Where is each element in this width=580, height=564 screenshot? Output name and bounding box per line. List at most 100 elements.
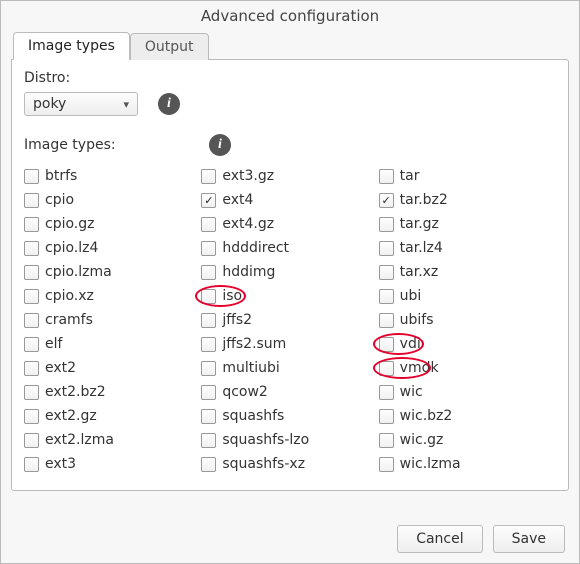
checkbox-cpio-lz4[interactable] — [24, 241, 39, 256]
checkbox-row-ext3-gz: ext3.gz — [201, 164, 378, 188]
checkbox-ext4[interactable] — [201, 193, 216, 208]
info-icon[interactable]: i — [209, 134, 231, 156]
checkbox-label[interactable]: wic — [400, 384, 423, 400]
checkbox-vdi[interactable] — [379, 337, 394, 352]
checkbox-label[interactable]: jffs2.sum — [222, 336, 286, 352]
tab-bar: Image types Output — [13, 29, 569, 59]
checkbox-label[interactable]: hdddirect — [222, 240, 289, 256]
checkbox-wic[interactable] — [379, 385, 394, 400]
checkbox-ext2-gz[interactable] — [24, 409, 39, 424]
checkbox-cpio-lzma[interactable] — [24, 265, 39, 280]
checkbox-squashfs[interactable] — [201, 409, 216, 424]
checkbox-btrfs[interactable] — [24, 169, 39, 184]
checkbox-label[interactable]: tar.xz — [400, 264, 439, 280]
checkbox-label[interactable]: wic.bz2 — [400, 408, 453, 424]
checkbox-iso[interactable] — [201, 289, 216, 304]
checkbox-jffs2[interactable] — [201, 313, 216, 328]
checkbox-row-cpio-xz: cpio.xz — [24, 284, 201, 308]
checkbox-label[interactable]: ext4 — [222, 192, 253, 208]
checkbox-label[interactable]: ext3.gz — [222, 168, 274, 184]
checkbox-label[interactable]: ext2 — [45, 360, 76, 376]
cancel-button[interactable]: Cancel — [397, 525, 482, 553]
checkbox-qcow2[interactable] — [201, 385, 216, 400]
checkbox-label[interactable]: jffs2 — [222, 312, 252, 328]
checkbox-ext4-gz[interactable] — [201, 217, 216, 232]
checkbox-label[interactable]: cpio.gz — [45, 216, 94, 232]
checkbox-label[interactable]: hddimg — [222, 264, 275, 280]
checkbox-elf[interactable] — [24, 337, 39, 352]
checkbox-ubi[interactable] — [379, 289, 394, 304]
checkbox-squashfs-xz[interactable] — [201, 457, 216, 472]
checkbox-label[interactable]: vmdk — [400, 360, 439, 376]
checkbox-label[interactable]: ubi — [400, 288, 422, 304]
checkbox-label[interactable]: elf — [45, 336, 62, 352]
checkbox-tar-bz2[interactable] — [379, 193, 394, 208]
checkbox-row-multiubi: multiubi — [201, 356, 378, 380]
checkbox-tar[interactable] — [379, 169, 394, 184]
checkbox-label[interactable]: squashfs — [222, 408, 284, 424]
checkbox-row-cpio-lz4: cpio.lz4 — [24, 236, 201, 260]
checkbox-cpio-gz[interactable] — [24, 217, 39, 232]
checkbox-jffs2-sum[interactable] — [201, 337, 216, 352]
checkbox-tar-lz4[interactable] — [379, 241, 394, 256]
checkbox-hdddirect[interactable] — [201, 241, 216, 256]
checkbox-label[interactable]: cpio.xz — [45, 288, 94, 304]
checkbox-label[interactable]: tar.lz4 — [400, 240, 443, 256]
checkbox-label[interactable]: ext3 — [45, 456, 76, 472]
checkbox-label[interactable]: ext2.gz — [45, 408, 97, 424]
checkbox-wic-gz[interactable] — [379, 433, 394, 448]
save-button[interactable]: Save — [493, 525, 565, 553]
checkbox-ext3-gz[interactable] — [201, 169, 216, 184]
checkbox-label[interactable]: squashfs-lzo — [222, 432, 309, 448]
checkbox-row-squashfs: squashfs — [201, 404, 378, 428]
checkbox-label[interactable]: vdi — [400, 336, 421, 352]
tab-image-types[interactable]: Image types — [13, 32, 130, 60]
checkbox-row-tar: tar — [379, 164, 556, 188]
checkbox-hddimg[interactable] — [201, 265, 216, 280]
checkbox-cramfs[interactable] — [24, 313, 39, 328]
checkbox-label[interactable]: ext4.gz — [222, 216, 274, 232]
checkbox-squashfs-lzo[interactable] — [201, 433, 216, 448]
checkbox-label[interactable]: squashfs-xz — [222, 456, 305, 472]
checkbox-label[interactable]: ext2.lzma — [45, 432, 114, 448]
checkbox-label[interactable]: wic.lzma — [400, 456, 461, 472]
checkbox-label[interactable]: tar.bz2 — [400, 192, 448, 208]
checkbox-row-vdi: vdi — [379, 332, 556, 356]
checkbox-label[interactable]: multiubi — [222, 360, 279, 376]
checkbox-row-iso: iso — [201, 284, 378, 308]
checkbox-ext2[interactable] — [24, 361, 39, 376]
checkbox-label[interactable]: tar — [400, 168, 420, 184]
checkbox-row-jffs2: jffs2 — [201, 308, 378, 332]
checkbox-label[interactable]: cramfs — [45, 312, 93, 328]
checkbox-label[interactable]: cpio — [45, 192, 74, 208]
checkbox-wic-bz2[interactable] — [379, 409, 394, 424]
checkbox-label[interactable]: tar.gz — [400, 216, 439, 232]
checkbox-label[interactable]: wic.gz — [400, 432, 444, 448]
checkbox-row-tar-gz: tar.gz — [379, 212, 556, 236]
checkbox-ext2-bz2[interactable] — [24, 385, 39, 400]
checkbox-tar-xz[interactable] — [379, 265, 394, 280]
checkbox-label[interactable]: btrfs — [45, 168, 77, 184]
info-icon[interactable]: i — [158, 93, 180, 115]
checkbox-label[interactable]: qcow2 — [222, 384, 268, 400]
checkbox-label[interactable]: ubifs — [400, 312, 434, 328]
checkbox-row-ubi: ubi — [379, 284, 556, 308]
checkbox-label[interactable]: cpio.lz4 — [45, 240, 98, 256]
checkbox-ubifs[interactable] — [379, 313, 394, 328]
checkbox-cpio[interactable] — [24, 193, 39, 208]
checkbox-ext3[interactable] — [24, 457, 39, 472]
checkbox-wic-lzma[interactable] — [379, 457, 394, 472]
tab-output[interactable]: Output — [130, 33, 209, 60]
checkbox-vmdk[interactable] — [379, 361, 394, 376]
checkbox-multiubi[interactable] — [201, 361, 216, 376]
checkbox-label[interactable]: cpio.lzma — [45, 264, 112, 280]
checkbox-tar-gz[interactable] — [379, 217, 394, 232]
checkbox-row-jffs2-sum: jffs2.sum — [201, 332, 378, 356]
checkbox-ext2-lzma[interactable] — [24, 433, 39, 448]
checkbox-label[interactable]: ext2.bz2 — [45, 384, 106, 400]
cancel-button-label: Cancel — [416, 531, 463, 547]
distro-select[interactable]: poky ▾ — [24, 92, 138, 116]
checkbox-label[interactable]: iso — [222, 288, 242, 304]
tab-output-label: Output — [145, 39, 194, 55]
checkbox-cpio-xz[interactable] — [24, 289, 39, 304]
